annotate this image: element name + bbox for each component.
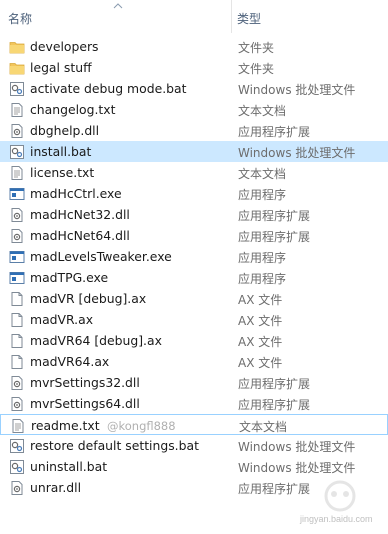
file-type: 应用程序: [238, 188, 287, 202]
blank-file-icon: [9, 354, 25, 370]
file-row[interactable]: madTPG.exe 应用程序: [0, 267, 388, 288]
file-row[interactable]: install.bat Windows 批处理文件: [0, 141, 388, 162]
file-name: madVR64.ax: [30, 354, 110, 369]
folder-icon: [9, 60, 25, 76]
file-row[interactable]: uninstall.bat Windows 批处理文件: [0, 456, 388, 477]
blank-file-icon: [9, 312, 25, 328]
file-row[interactable]: changelog.txt 文本文档: [0, 99, 388, 120]
file-type: 应用程序扩展: [238, 377, 311, 391]
file-list: developers 文件夹 legal stuff 文件夹 activate debu…: [0, 36, 388, 498]
file-row[interactable]: madHcNet64.dll 应用程序扩展: [0, 225, 388, 246]
file-row[interactable]: mvrSettings32.dll 应用程序扩展: [0, 372, 388, 393]
file-name: mvrSettings32.dll: [30, 375, 140, 390]
file-type: 应用程序: [238, 272, 287, 286]
batch-file-icon: [9, 438, 25, 454]
folder-icon: [9, 39, 25, 55]
file-row[interactable]: readme.txt @kongfl888 文本文档: [0, 414, 388, 435]
file-type: 文本文档: [238, 104, 287, 118]
file-type: 应用程序扩展: [238, 230, 311, 244]
file-type: 文本文档: [238, 167, 287, 181]
watermark-text: jingyan.baidu.com: [300, 514, 373, 524]
file-name: install.bat: [30, 144, 92, 159]
file-type: AX 文件: [238, 293, 283, 307]
file-row[interactable]: madVR.ax AX 文件: [0, 309, 388, 330]
file-row[interactable]: madVR64 [debug].ax AX 文件: [0, 330, 388, 351]
file-name: mvrSettings64.dll: [30, 396, 140, 411]
batch-file-icon: [9, 81, 25, 97]
file-row[interactable]: madVR64.ax AX 文件: [0, 351, 388, 372]
file-type: 文件夹: [238, 62, 275, 76]
file-row[interactable]: madVR [debug].ax AX 文件: [0, 288, 388, 309]
file-row[interactable]: activate debug mode.bat Windows 批处理文件: [0, 78, 388, 99]
file-type: AX 文件: [238, 314, 283, 328]
text-file-icon: [10, 418, 26, 434]
file-name: madHcNet32.dll: [30, 207, 130, 222]
column-divider[interactable]: [231, 0, 232, 33]
file-name: madHcNet64.dll: [30, 228, 130, 243]
batch-file-icon: [9, 144, 25, 160]
file-name: readme.txt: [31, 418, 100, 433]
file-type: 应用程序: [238, 251, 287, 265]
text-file-icon: [9, 102, 25, 118]
file-row[interactable]: mvrSettings64.dll 应用程序扩展: [0, 393, 388, 414]
file-type: 应用程序扩展: [238, 125, 311, 139]
dll-file-icon: [9, 375, 25, 391]
file-type: 应用程序扩展: [238, 398, 311, 412]
file-type: Windows 批处理文件: [238, 440, 356, 454]
file-row[interactable]: license.txt 文本文档: [0, 162, 388, 183]
file-name: license.txt: [30, 165, 95, 180]
file-name: unrar.dll: [30, 480, 82, 495]
batch-file-icon: [9, 459, 25, 475]
file-type: 应用程序扩展: [238, 209, 311, 223]
text-file-icon: [9, 165, 25, 181]
file-type: Windows 批处理文件: [238, 146, 356, 160]
type-column-header[interactable]: 类型: [237, 10, 261, 27]
overlay-text: @kongfl888: [107, 419, 176, 433]
file-type: AX 文件: [238, 356, 283, 370]
file-type: Windows 批处理文件: [238, 83, 356, 97]
blank-file-icon: [9, 291, 25, 307]
exe-file-icon: [9, 249, 25, 265]
column-header-bar: 名称 类型: [0, 0, 388, 33]
dll-file-icon: [9, 228, 25, 244]
file-type: 文件夹: [238, 41, 275, 55]
file-name: changelog.txt: [30, 102, 116, 117]
dll-file-icon: [9, 396, 25, 412]
name-column-header[interactable]: 名称: [8, 10, 32, 27]
file-name: developers: [30, 39, 99, 54]
dll-file-icon: [9, 480, 25, 496]
file-name: madHcCtrl.exe: [30, 186, 122, 201]
file-name: restore default settings.bat: [30, 438, 199, 453]
file-name: activate debug mode.bat: [30, 81, 187, 96]
file-type: Windows 批处理文件: [238, 461, 356, 475]
file-type: 文本文档: [239, 420, 288, 434]
file-name: uninstall.bat: [30, 459, 108, 474]
file-name: madLevelsTweaker.exe: [30, 249, 172, 264]
file-name: dbghelp.dll: [30, 123, 100, 138]
file-row[interactable]: madHcNet32.dll 应用程序扩展: [0, 204, 388, 225]
sort-ascending-icon: [113, 3, 123, 9]
exe-file-icon: [9, 186, 25, 202]
file-name: legal stuff: [30, 60, 92, 75]
exe-file-icon: [9, 270, 25, 286]
file-row[interactable]: dbghelp.dll 应用程序扩展: [0, 120, 388, 141]
file-name: madVR64 [debug].ax: [30, 333, 162, 348]
file-row[interactable]: madLevelsTweaker.exe 应用程序: [0, 246, 388, 267]
file-row[interactable]: madHcCtrl.exe 应用程序: [0, 183, 388, 204]
dll-file-icon: [9, 207, 25, 223]
file-name: madVR [debug].ax: [30, 291, 147, 306]
file-name: madTPG.exe: [30, 270, 109, 285]
file-name: madVR.ax: [30, 312, 94, 327]
file-row[interactable]: developers 文件夹: [0, 36, 388, 57]
file-type: AX 文件: [238, 335, 283, 349]
dll-file-icon: [9, 123, 25, 139]
file-row[interactable]: legal stuff 文件夹: [0, 57, 388, 78]
file-row[interactable]: restore default settings.bat Windows 批处理文…: [0, 435, 388, 456]
blank-file-icon: [9, 333, 25, 349]
